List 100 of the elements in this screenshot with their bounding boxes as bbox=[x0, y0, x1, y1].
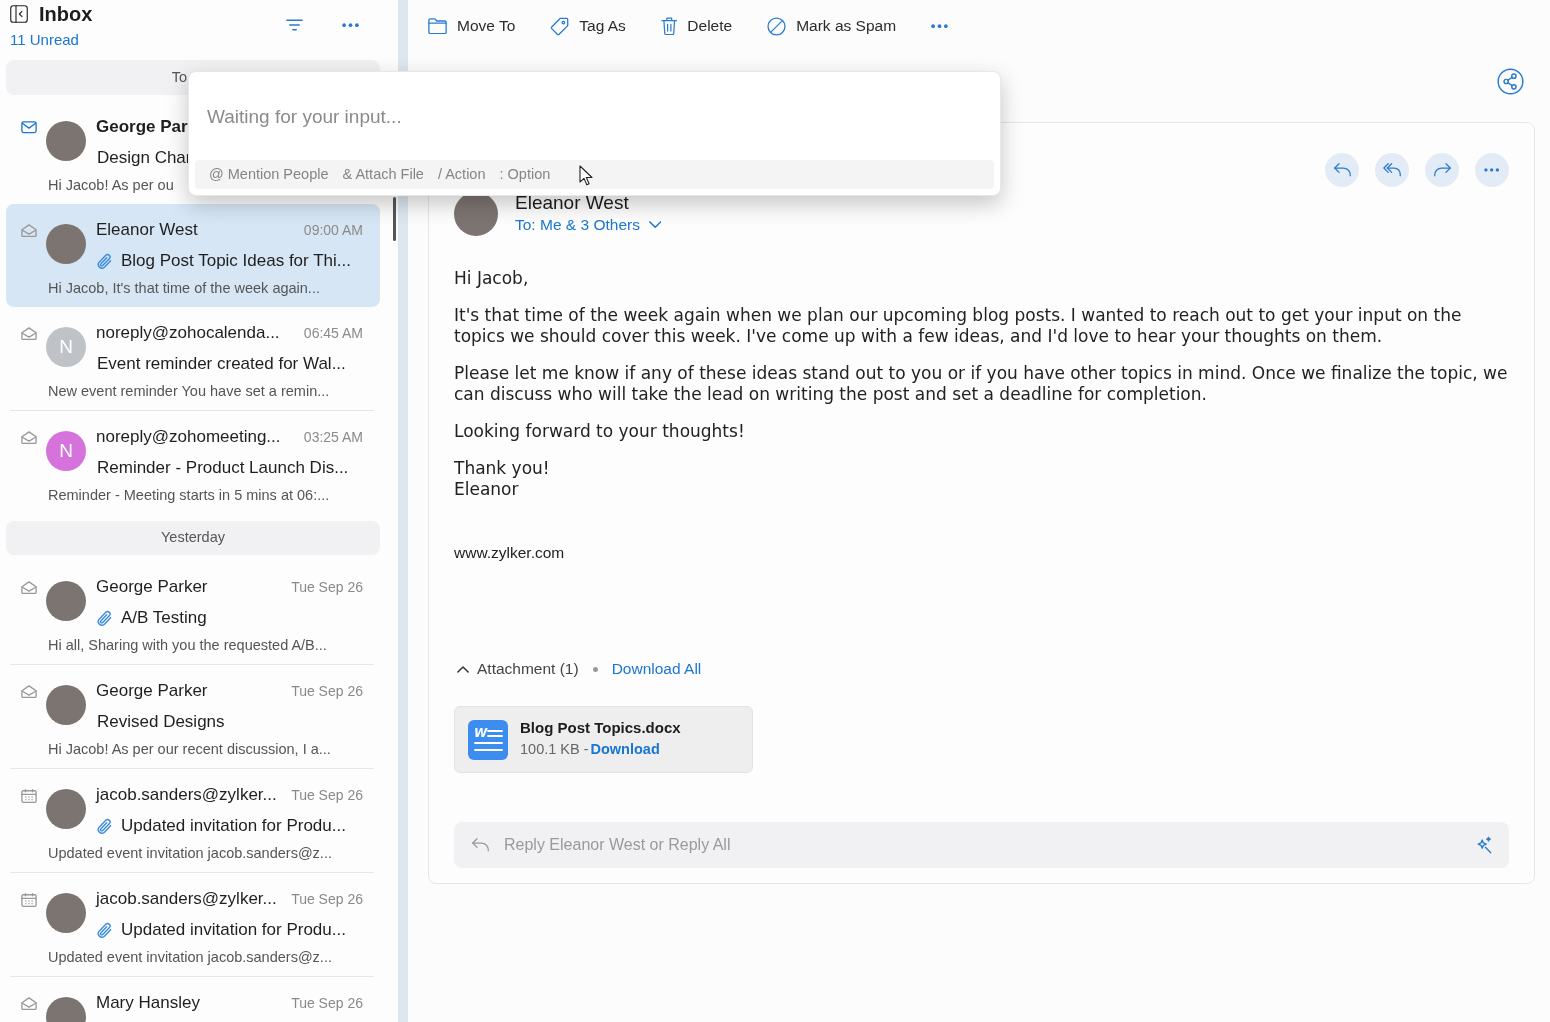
signature-text: www.zylker.com bbox=[454, 543, 565, 563]
inbox-title: Inbox bbox=[39, 3, 93, 25]
file-name: Blog Post Topics.docx bbox=[520, 718, 681, 739]
share-icon[interactable] bbox=[1497, 68, 1524, 95]
open-envelope-icon[interactable] bbox=[21, 327, 37, 341]
open-envelope-icon[interactable] bbox=[21, 431, 37, 445]
sender-name: George Par bbox=[96, 116, 188, 139]
avatar-photo bbox=[46, 224, 86, 264]
body-paragraph: It's that time of the week again when we plan our upcoming blog posts. I wanted to reach out to get your input on the topics we should cover this week. I've come up with a few ideas, and I'd love to hear your thoughts on them. bbox=[454, 305, 1463, 347]
recipients-link[interactable]: To: Me & 3 Others bbox=[515, 214, 640, 236]
reply-input[interactable]: Reply Eleanor West or Reply All bbox=[504, 833, 1461, 857]
received-time: 03:25 AM bbox=[303, 427, 363, 447]
download-all-link[interactable]: Download All bbox=[611, 657, 702, 681]
initial-avatar: N bbox=[46, 327, 86, 367]
avatar-photo bbox=[46, 893, 86, 933]
subject-text: A/B Testing bbox=[120, 607, 207, 630]
received-time: 06:45 AM bbox=[303, 323, 363, 343]
forward-icon bbox=[1432, 162, 1452, 178]
preview-text: Hi Jacob! As per ou bbox=[48, 177, 174, 193]
reply-button[interactable] bbox=[1325, 153, 1359, 187]
preview-text: Hi Jacob, It's that time of the week again... bbox=[48, 280, 320, 296]
preview-text: New event reminder You have set a remin... bbox=[48, 383, 330, 399]
sidebar-toggle-icon[interactable] bbox=[10, 5, 28, 23]
reply-all-icon bbox=[1382, 162, 1402, 178]
date-label: Yesterday bbox=[161, 528, 225, 548]
sparkle-icon[interactable] bbox=[1475, 836, 1493, 854]
avatar-photo bbox=[46, 581, 86, 621]
more-icon bbox=[1484, 168, 1500, 172]
dot-icon bbox=[592, 666, 598, 672]
subject-text: Updated invitation for Produ... bbox=[120, 919, 346, 942]
reply-all-button[interactable] bbox=[1375, 153, 1409, 187]
date-label: To bbox=[171, 67, 187, 87]
download-link[interactable]: Download bbox=[590, 741, 660, 758]
avatar-photo bbox=[46, 685, 86, 725]
received-time: Tue Sep 26 bbox=[291, 889, 363, 909]
subject-text: Blog Post Topic Ideas for Thi... bbox=[120, 250, 351, 273]
preview-text: Hi all, Sharing with you the requested A/B... bbox=[48, 637, 327, 653]
more-icon[interactable] bbox=[931, 23, 949, 29]
preview-text: Reminder - Meeting starts in 5 mins at 06:... bbox=[48, 487, 330, 503]
subject-text: Reminder - Product Launch Dis... bbox=[96, 457, 349, 480]
subject-text: Event reminder created for Wal... bbox=[96, 353, 346, 376]
body-paragraph: Please let me know if any of these ideas stand out to you or if you have other topics in mind. Once we finalize the topic, we can discuss who will take the lead on writing the post and set a deadline for completion. bbox=[454, 363, 1509, 405]
more-icon[interactable] bbox=[342, 22, 359, 28]
document-icon: W bbox=[468, 719, 508, 760]
envelope-icon[interactable] bbox=[21, 121, 37, 134]
body-paragraph: Looking forward to your thoughts! bbox=[454, 421, 746, 442]
open-envelope-icon[interactable] bbox=[21, 581, 37, 595]
received-time: Tue Sep 26 bbox=[291, 785, 363, 805]
avatar-photo bbox=[46, 789, 86, 829]
preview-text: Updated event invitation jacob.sanders@z... bbox=[48, 845, 332, 861]
forward-button[interactable] bbox=[1425, 153, 1459, 187]
initial-avatar: N bbox=[46, 431, 86, 471]
avatar-photo bbox=[46, 121, 86, 161]
subject-text: Revised Designs bbox=[96, 711, 225, 734]
filter-icon[interactable] bbox=[286, 19, 303, 31]
received-time: 09:00 AM bbox=[303, 220, 363, 240]
sender-name: jacob.sanders@zylker... bbox=[96, 784, 277, 807]
attachment-count: Attachment (1) bbox=[477, 659, 579, 680]
toolbar-button[interactable]: Move To bbox=[428, 14, 516, 38]
sender-name: Eleanor West bbox=[96, 219, 198, 242]
preview-text: Updated event invitation jacob.sanders@z... bbox=[48, 949, 332, 965]
sender-name: George Parker bbox=[96, 680, 208, 703]
hint-text: & Attach File bbox=[342, 164, 424, 184]
trash-icon bbox=[660, 17, 678, 35]
file-size: 100.1 KB - bbox=[520, 741, 589, 758]
more-button[interactable] bbox=[1475, 153, 1509, 187]
received-time: Tue Sep 26 bbox=[291, 577, 363, 597]
chevron-up-icon[interactable] bbox=[457, 665, 469, 673]
input-popup[interactable]: Waiting for your input... @ Mention People & Attach File / Action : Option bbox=[188, 71, 1001, 196]
sender-name: noreply@zohocalenda... bbox=[96, 322, 280, 345]
sender-name: jacob.sanders@zylker... bbox=[96, 888, 277, 911]
blocked-icon bbox=[767, 16, 787, 36]
open-envelope-icon[interactable] bbox=[21, 997, 37, 1011]
sender-name: noreply@zohomeeting... bbox=[96, 426, 281, 449]
reply-bar[interactable]: Reply Eleanor West or Reply All bbox=[454, 822, 1509, 868]
open-envelope-icon[interactable] bbox=[21, 685, 37, 699]
toolbar-button[interactable]: Delete bbox=[660, 14, 733, 38]
hint-text: : Option bbox=[499, 164, 551, 184]
toolbar-button[interactable]: Mark as Spam bbox=[767, 14, 897, 38]
hint-text: / Action bbox=[437, 164, 486, 184]
sender-name: Mary Hansley bbox=[96, 992, 200, 1015]
mouse-pointer-icon bbox=[579, 165, 593, 186]
chevron-down-icon[interactable] bbox=[648, 221, 662, 229]
scrollbar-thumb[interactable] bbox=[393, 197, 396, 241]
selected-message[interactable]: Eleanor West 09:00 AM Blog Post Topic Ideas for Thi... Hi Jacob, It's that time of the week again... bbox=[6, 204, 380, 307]
reply-icon bbox=[471, 837, 490, 853]
body-paragraph: Hi Jacob, bbox=[454, 268, 530, 289]
tag-icon bbox=[550, 16, 570, 36]
body-paragraph: Thank you! Eleanor bbox=[454, 458, 551, 500]
attachment-card[interactable]: W Blog Post Topics.docx 100.1 KB -Download bbox=[454, 706, 753, 773]
received-time: Tue Sep 26 bbox=[291, 681, 363, 701]
open-envelope-icon[interactable] bbox=[21, 224, 37, 238]
reply-icon bbox=[1332, 162, 1352, 178]
received-time: Tue Sep 26 bbox=[291, 993, 363, 1013]
preview-text: Hi Jacob! As per our recent discussion, I a... bbox=[48, 741, 331, 757]
folder-icon bbox=[428, 17, 447, 35]
toolbar-button[interactable]: Tag As bbox=[550, 14, 626, 38]
subject-text: Updated invitation for Produ... bbox=[120, 815, 346, 838]
sender-name: George Parker bbox=[96, 576, 208, 599]
hint-text: @ Mention People bbox=[209, 164, 329, 184]
